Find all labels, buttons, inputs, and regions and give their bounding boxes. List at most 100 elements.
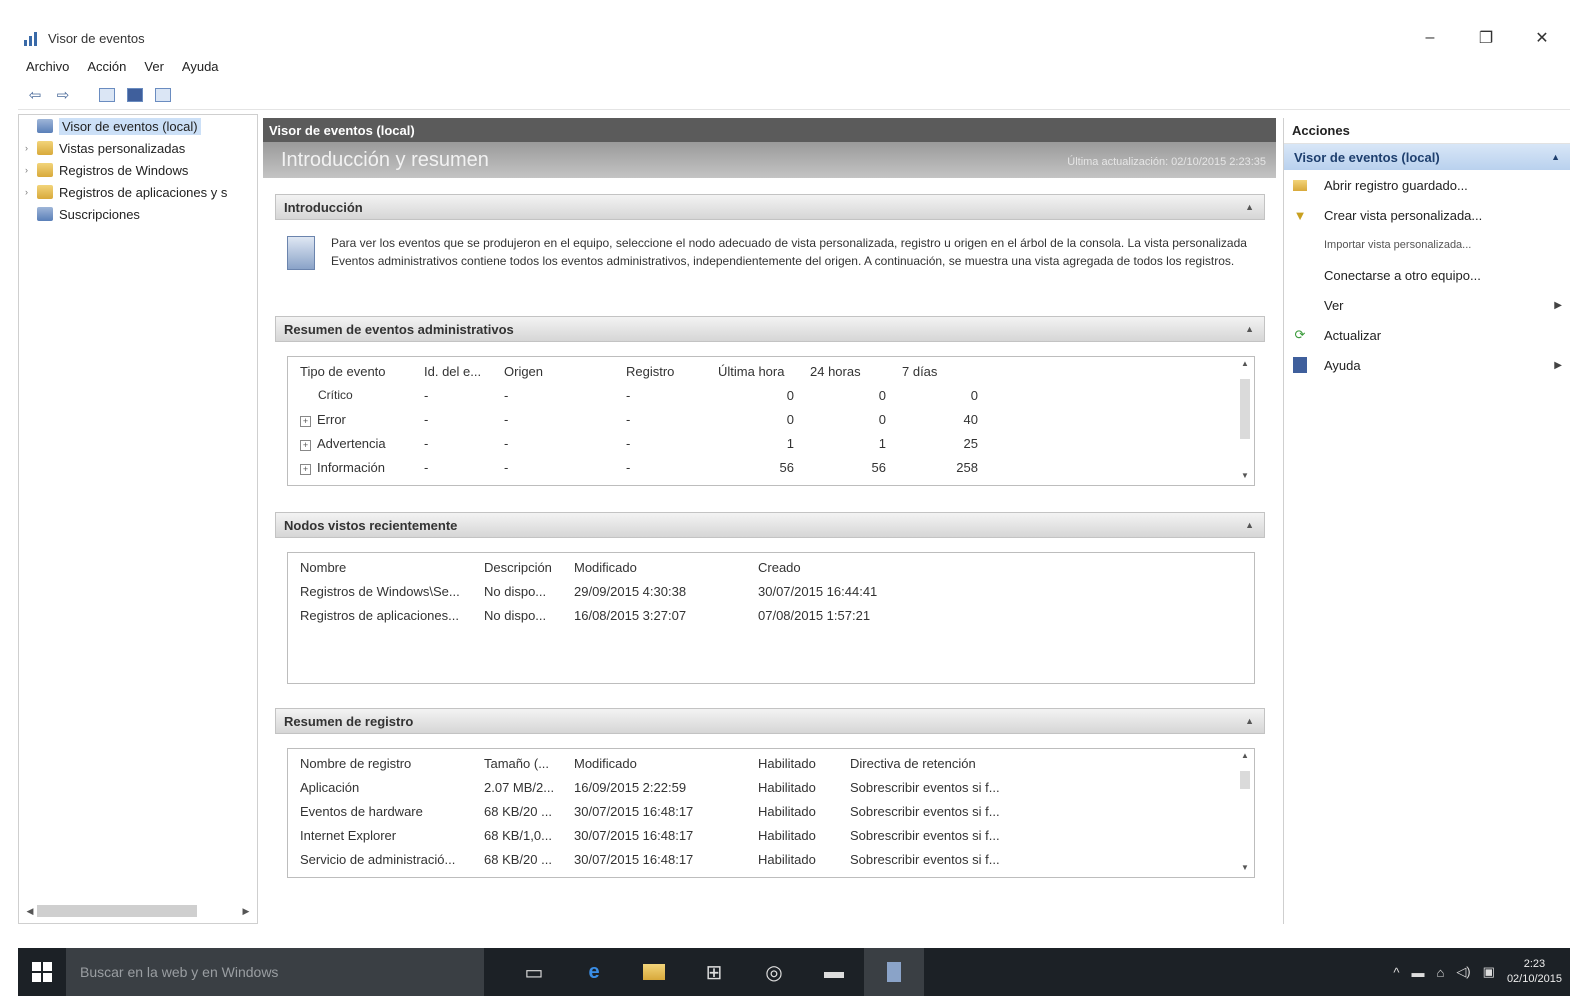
expand-icon[interactable]: + (300, 415, 311, 427)
back-arrow-icon[interactable]: ⇦ (24, 84, 46, 106)
collapse-icon[interactable]: ▲ (1245, 520, 1254, 530)
scroll-up-icon[interactable]: ▲ (1241, 359, 1249, 371)
action-view[interactable]: Ver ▶ (1284, 290, 1570, 320)
table-row[interactable]: Eventos de hardware 68 KB/20 ... 30/07/2… (292, 799, 1032, 823)
column-header[interactable]: Tamaño (... (476, 751, 566, 775)
table-row[interactable]: Crítico - - - 0 0 0 (292, 383, 986, 407)
scroll-up-icon[interactable]: ▲ (1241, 751, 1249, 763)
collapse-icon[interactable]: ▲ (1245, 716, 1254, 726)
column-header[interactable]: Habilitado (750, 751, 842, 775)
notifications-icon[interactable]: ▣ (1483, 964, 1495, 980)
tree-item-windows-logs[interactable]: › Registros de Windows (19, 159, 257, 181)
column-header[interactable]: Directiva de retención (842, 751, 1032, 775)
table-row[interactable]: Registros de aplicaciones... No dispo...… (292, 603, 930, 627)
column-header[interactable]: 7 días (894, 359, 986, 383)
column-header[interactable]: Registro (618, 359, 710, 383)
start-button[interactable] (18, 948, 66, 996)
section-recent-header[interactable]: Nodos vistos recientemente ▲ (275, 512, 1265, 538)
scroll-down-icon[interactable]: ▼ (1241, 471, 1249, 483)
collapse-icon[interactable]: ▲ (1551, 152, 1560, 162)
scroll-thumb[interactable] (1240, 771, 1250, 789)
show-actions-icon[interactable] (152, 84, 174, 106)
media-app-icon[interactable]: ▬ (804, 948, 864, 996)
battery-icon[interactable]: ▬ (1411, 965, 1424, 980)
expand-icon[interactable]: + (300, 439, 311, 451)
section-logs-header[interactable]: Resumen de registro ▲ (275, 708, 1265, 734)
expand-icon[interactable]: › (25, 165, 37, 175)
menu-ayuda[interactable]: Ayuda (182, 59, 219, 74)
restore-button[interactable]: ❐ (1458, 22, 1514, 54)
action-connect-computer[interactable]: Conectarse a otro equipo... (1284, 260, 1570, 290)
table-row[interactable]: + Error - - - 0 0 40 (292, 407, 986, 431)
section-summary-header[interactable]: Resumen de eventos administrativos ▲ (275, 316, 1265, 342)
column-header[interactable]: Última hora (710, 359, 802, 383)
taskbar-search[interactable]: Buscar en la web y en Windows (66, 948, 484, 996)
collapse-icon[interactable]: ▲ (1245, 202, 1254, 212)
scroll-thumb[interactable] (1240, 379, 1250, 439)
show-tree-icon[interactable] (96, 84, 118, 106)
summary-panel: Tipo de evento Id. del e... Origen Regis… (287, 356, 1255, 486)
table-row[interactable]: Internet Explorer 68 KB/1,0... 30/07/201… (292, 823, 1032, 847)
action-create-custom-view[interactable]: ▼ Crear vista personalizada... (1284, 200, 1570, 230)
column-header[interactable]: Nombre (292, 555, 476, 579)
column-header[interactable]: 24 horas (802, 359, 894, 383)
action-open-saved-log[interactable]: Abrir registro guardado... (1284, 170, 1570, 200)
expand-icon[interactable]: + (300, 463, 311, 475)
task-view-icon[interactable]: ▭ (504, 948, 564, 996)
column-header[interactable]: Origen (496, 359, 618, 383)
menu-archivo[interactable]: Archivo (26, 59, 69, 74)
chevron-up-icon[interactable]: ^ (1393, 965, 1399, 980)
scroll-thumb[interactable] (37, 905, 197, 917)
expand-icon[interactable]: › (25, 187, 37, 197)
network-icon[interactable]: ⌂ (1436, 965, 1444, 980)
actions-group-local[interactable]: Visor de eventos (local) ▲ (1284, 144, 1570, 170)
menu-ver[interactable]: Ver (144, 59, 164, 74)
menu-accion[interactable]: Acción (87, 59, 126, 74)
file-explorer-icon[interactable] (624, 948, 684, 996)
tree-item-custom-views[interactable]: › Vistas personalizadas (19, 137, 257, 159)
section-title: Nodos vistos recientemente (284, 517, 458, 533)
table-row[interactable]: Registros de Windows\Se... No dispo... 2… (292, 579, 930, 603)
scroll-down-icon[interactable]: ▼ (1241, 863, 1249, 875)
action-import-custom-view[interactable]: Importar vista personalizada... (1284, 230, 1570, 260)
windows-logo-icon (32, 962, 52, 982)
summary-scrollbar[interactable]: ▲ ▼ (1238, 359, 1252, 483)
media-icon[interactable]: ◎ (744, 948, 804, 996)
scroll-right-icon[interactable]: ▶ (239, 906, 253, 917)
clock[interactable]: 2:23 02/10/2015 (1507, 957, 1562, 987)
section-title: Introducción (284, 199, 363, 215)
forward-arrow-icon[interactable]: ⇨ (52, 84, 74, 106)
column-header[interactable]: Descripción (476, 555, 566, 579)
section-intro-header[interactable]: Introducción ▲ (275, 194, 1265, 220)
action-help[interactable]: Ayuda ▶ (1284, 350, 1570, 380)
scroll-left-icon[interactable]: ◀ (23, 906, 37, 917)
column-header[interactable]: Modificado (566, 751, 750, 775)
close-button[interactable]: ✕ (1514, 22, 1570, 54)
event-viewer-taskbar-icon[interactable] (864, 948, 924, 996)
column-header[interactable]: Nombre de registro (292, 751, 476, 775)
logs-table: Nombre de registro Tamaño (... Modificad… (292, 751, 1032, 871)
tree-horizontal-scrollbar[interactable]: ◀ ▶ (23, 903, 253, 919)
column-header[interactable]: Creado (750, 555, 930, 579)
column-header[interactable]: Id. del e... (416, 359, 496, 383)
action-refresh[interactable]: ⟳ Actualizar (1284, 320, 1570, 350)
help-book-icon[interactable] (124, 84, 146, 106)
logs-scrollbar[interactable]: ▲ ▼ (1238, 751, 1252, 875)
store-icon[interactable]: ⊞ (684, 948, 744, 996)
edge-icon[interactable]: e (564, 948, 624, 996)
tree-item-local[interactable]: Visor de eventos (local) (19, 115, 257, 137)
table-row[interactable]: + Información - - - 56 56 258 (292, 455, 986, 479)
table-row[interactable]: Aplicación 2.07 MB/2... 16/09/2015 2:22:… (292, 775, 1032, 799)
volume-icon[interactable]: ◁) (1456, 964, 1470, 980)
tree-item-app-logs[interactable]: › Registros de aplicaciones y s (19, 181, 257, 203)
column-header[interactable]: Modificado (566, 555, 750, 579)
actions-pane: Acciones Visor de eventos (local) ▲ Abri… (1283, 118, 1570, 924)
table-row[interactable]: + Advertencia - - - 1 1 25 (292, 431, 986, 455)
intro-text: Para ver los eventos que se produjeron e… (331, 236, 1247, 268)
column-header[interactable]: Tipo de evento (292, 359, 416, 383)
table-row[interactable]: Servicio de administració... 68 KB/20 ..… (292, 847, 1032, 871)
expand-icon[interactable]: › (25, 143, 37, 153)
minimize-button[interactable]: – (1402, 22, 1458, 54)
collapse-icon[interactable]: ▲ (1245, 324, 1254, 334)
tree-item-subscriptions[interactable]: Suscripciones (19, 203, 257, 225)
